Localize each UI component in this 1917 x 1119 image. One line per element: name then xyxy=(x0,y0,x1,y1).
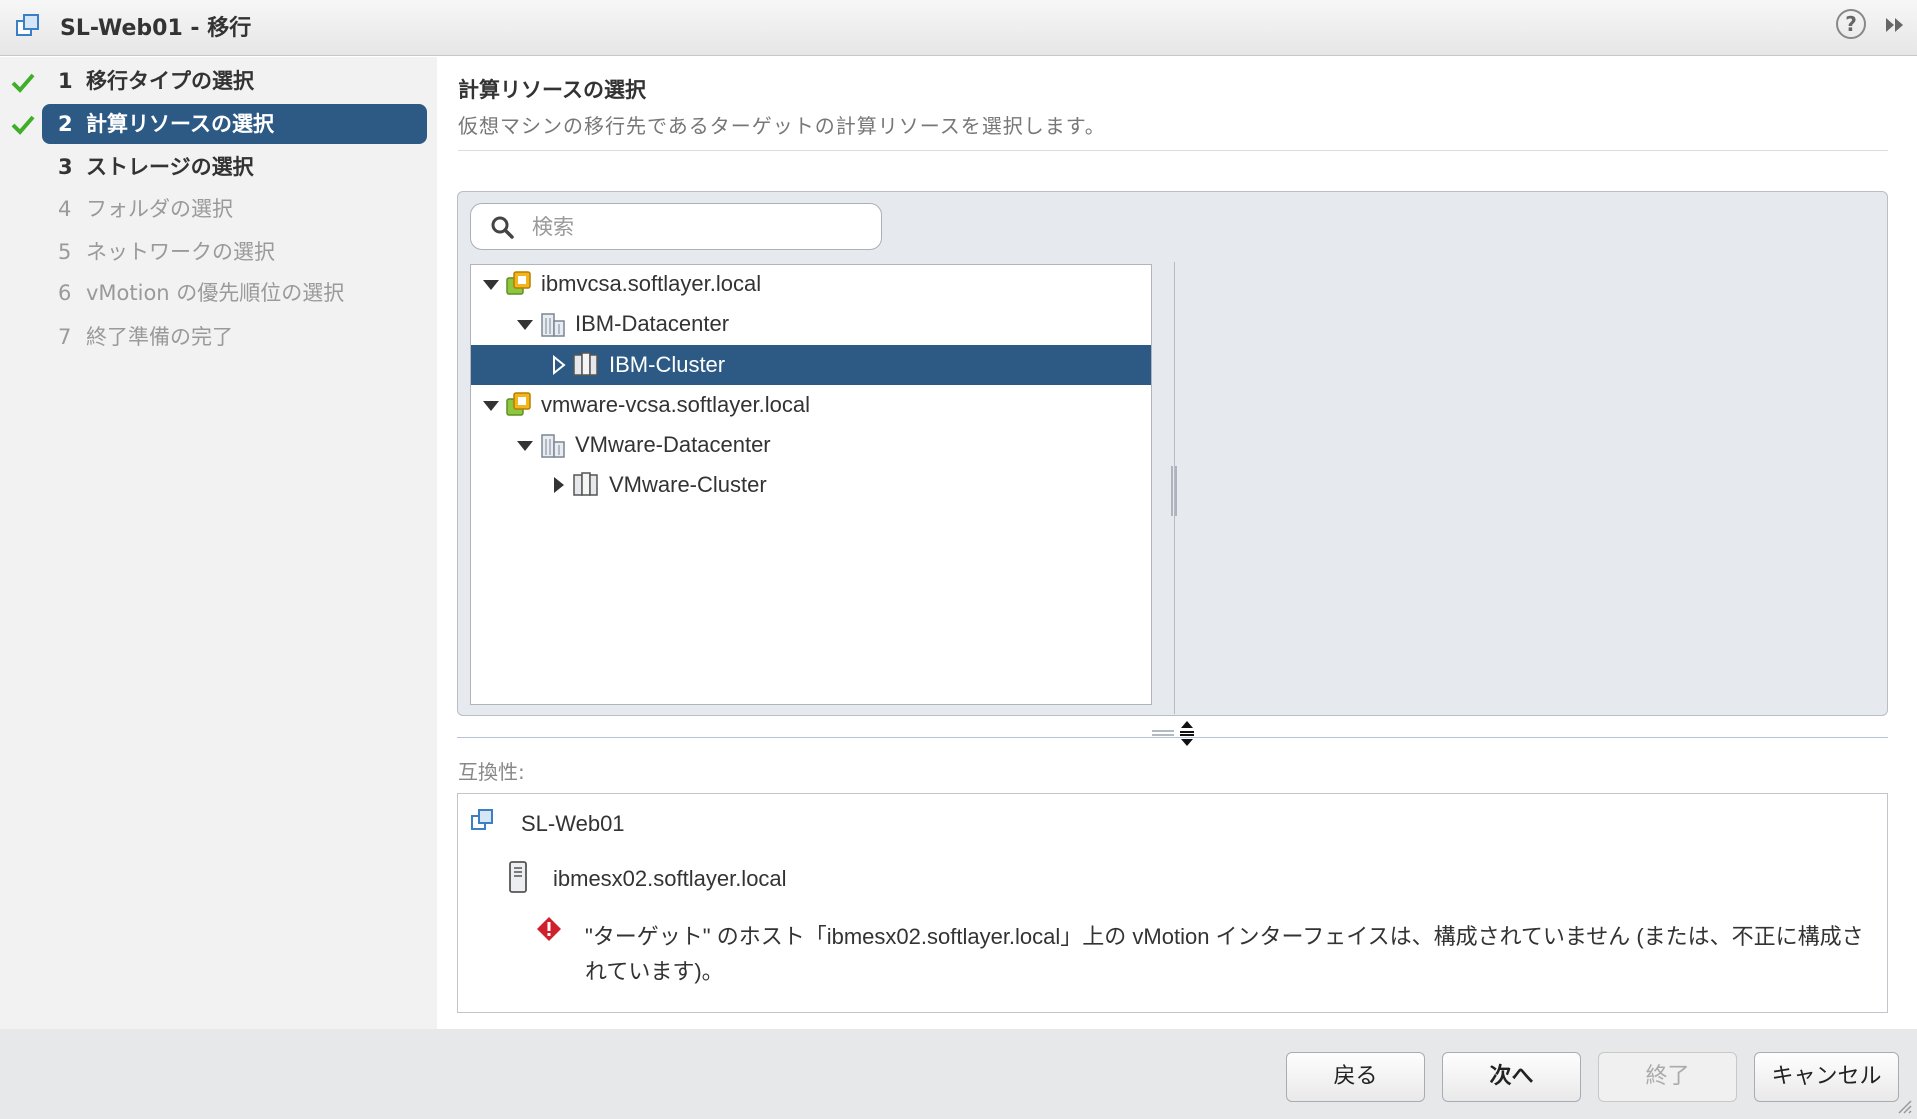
step-number: 2 xyxy=(58,112,73,136)
next-button[interactable]: 次へ xyxy=(1442,1052,1581,1102)
error-icon xyxy=(537,917,561,941)
compat-host-name: ibmesx02.softlayer.local xyxy=(553,866,787,891)
step-label: 計算リソースの選択 xyxy=(86,112,274,136)
cluster-icon xyxy=(573,472,598,496)
help-icon[interactable]: ? xyxy=(1836,9,1866,39)
wizard-step-5: 5 ネットワークの選択 xyxy=(42,232,427,272)
expanded-arrow-icon[interactable] xyxy=(515,314,535,334)
search-icon xyxy=(491,216,514,239)
compat-vm-name: SL-Web01 xyxy=(521,811,625,836)
step-label: ネットワークの選択 xyxy=(86,240,275,264)
compat-error-line-2: れています)。 xyxy=(585,959,724,984)
vm-icon xyxy=(16,14,39,36)
vm-icon xyxy=(471,809,493,830)
step-number: 7 xyxy=(58,325,72,349)
step-label: 終了準備の完了 xyxy=(86,325,233,349)
page-description: 仮想マシンの移行先であるターゲットの計算リソースを選択します。 xyxy=(458,114,1106,138)
tree-node-vcenter[interactable]: ibmvcsa.softlayer.local xyxy=(471,264,1151,304)
tree-node-vcenter[interactable]: vmware-vcsa.softlayer.local xyxy=(471,385,1151,425)
wizard-step-6: 6 vMotion の優先順位の選択 xyxy=(42,273,427,313)
collapsed-arrow-icon[interactable] xyxy=(549,355,569,375)
datacenter-icon xyxy=(541,313,565,337)
window-title: SL-Web01 - 移行 xyxy=(60,16,252,41)
checkmark-icon xyxy=(11,115,35,135)
splitter-grip-icon[interactable] xyxy=(1170,466,1179,516)
compatibility-label: 互換性: xyxy=(458,760,525,784)
back-button[interactable]: 戻る xyxy=(1286,1052,1425,1102)
wizard-step-3[interactable]: 3 ストレージの選択 xyxy=(42,147,427,187)
collapsed-arrow-icon[interactable] xyxy=(549,475,569,495)
vcenter-icon xyxy=(506,392,531,416)
window-title-bar: SL-Web01 - 移行 ? xyxy=(0,0,1917,56)
step-label: 移行タイプの選択 xyxy=(86,69,254,93)
cluster-icon xyxy=(573,352,598,376)
step-number: 6 xyxy=(58,281,72,305)
tree-node-label: ibmvcsa.softlayer.local xyxy=(541,271,762,296)
compat-error-line-1: "ターゲット" のホスト「ibmesx02.softlayer.local」上の… xyxy=(585,924,1864,949)
divider xyxy=(458,150,1888,151)
step-label: フォルダの選択 xyxy=(86,197,233,221)
window-resize-grip-icon[interactable] xyxy=(1893,1095,1913,1115)
host-icon xyxy=(509,861,527,893)
page-title: 計算リソースの選択 xyxy=(458,78,646,102)
wizard-step-1[interactable]: 1 移行タイプの選択 xyxy=(42,61,427,101)
tree-node-label: IBM-Datacenter xyxy=(575,311,730,336)
tree-node-label: vmware-vcsa.softlayer.local xyxy=(541,392,810,417)
step-label: ストレージの選択 xyxy=(86,155,254,179)
wizard-step-2[interactable]: 2 計算リソースの選択 xyxy=(42,104,427,144)
step-number: 1 xyxy=(58,69,73,93)
resize-handle-icon[interactable] xyxy=(1150,718,1200,748)
search-input[interactable] xyxy=(530,210,870,244)
expand-panel-icon[interactable] xyxy=(1880,10,1910,40)
expanded-arrow-icon[interactable] xyxy=(515,435,535,455)
wizard-step-4: 4 フォルダの選択 xyxy=(42,189,427,229)
step-number: 3 xyxy=(58,155,73,179)
wizard-step-7: 7 終了準備の完了 xyxy=(42,317,427,357)
tree-node-label: VMware-Datacenter xyxy=(575,432,771,457)
tree-node-datacenter[interactable]: VMware-Datacenter xyxy=(471,425,1151,465)
step-number: 5 xyxy=(58,240,72,264)
tree-node-datacenter[interactable]: IBM-Datacenter xyxy=(471,304,1151,344)
expanded-arrow-icon[interactable] xyxy=(481,274,501,294)
tree-node-cluster[interactable]: IBM-Cluster xyxy=(471,345,1151,385)
wizard-steps-panel: 1 移行タイプの選択 2 計算リソースの選択 3 ストレージの選択 4 フォルダの選択 … xyxy=(0,57,437,1029)
finish-button: 終了 xyxy=(1598,1052,1737,1102)
checkmark-icon xyxy=(11,73,35,93)
vcenter-icon xyxy=(506,271,531,295)
tree-node-cluster[interactable]: VMware-Cluster xyxy=(471,465,1151,505)
cancel-button[interactable]: キャンセル xyxy=(1754,1052,1899,1102)
step-number: 4 xyxy=(58,197,72,221)
tree-node-label: VMware-Cluster xyxy=(609,472,767,497)
expanded-arrow-icon[interactable] xyxy=(481,395,501,415)
step-label: vMotion の優先順位の選択 xyxy=(86,281,345,305)
tree-node-label: IBM-Cluster xyxy=(609,352,726,377)
datacenter-icon xyxy=(541,434,565,458)
